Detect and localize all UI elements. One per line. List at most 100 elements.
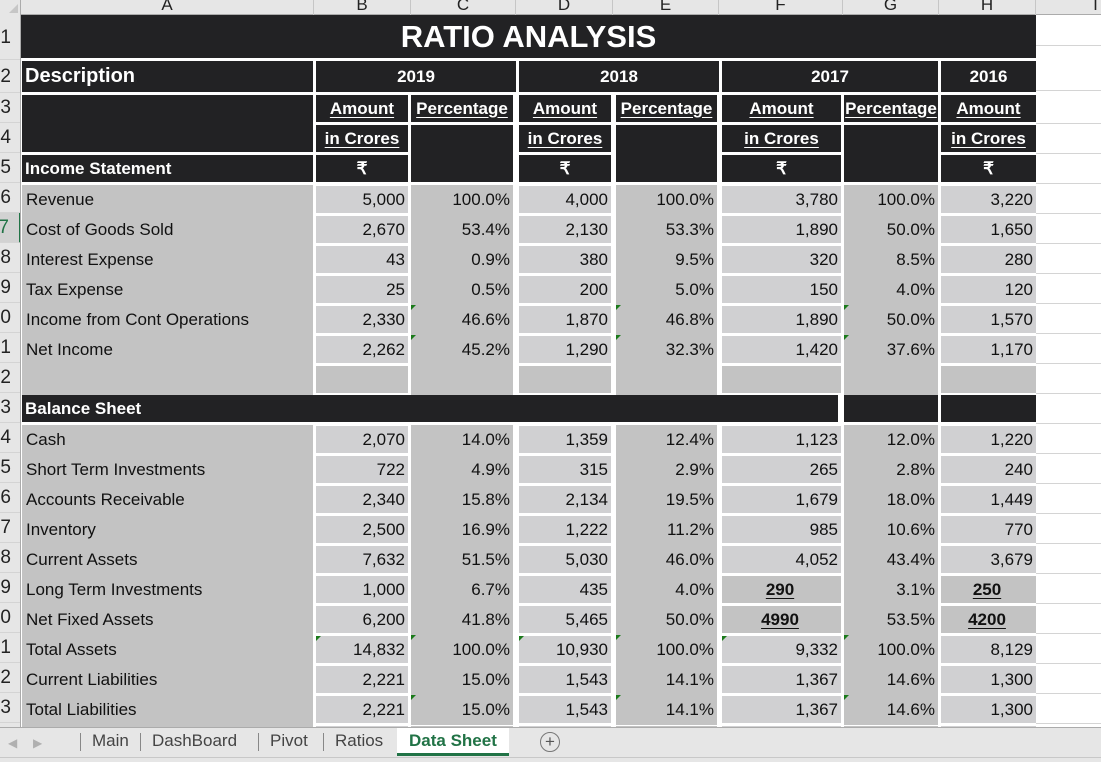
amount-cell[interactable]: 770 <box>941 516 1036 543</box>
amount-cell[interactable]: 315 <box>519 456 611 483</box>
amount-cell[interactable]: 2,221 <box>316 666 408 693</box>
percentage-cell[interactable]: 100.0% <box>616 635 717 665</box>
row-header[interactable]: 8 <box>0 243 20 273</box>
column-header-h[interactable]: H <box>939 0 1036 15</box>
amount-cell[interactable]: 1,359 <box>519 426 611 453</box>
amount-cell[interactable]: 5,465 <box>519 606 611 633</box>
amount-cell[interactable]: 2,500 <box>316 516 408 543</box>
row-header[interactable]: 1 <box>0 633 20 663</box>
percentage-cell[interactable]: 100.0% <box>616 185 717 215</box>
amount-cell[interactable]: 1,570 <box>941 306 1036 333</box>
tab-main[interactable]: Main <box>80 728 141 754</box>
amount-cell[interactable]: 4,000 <box>519 186 611 213</box>
column-header-f[interactable]: F <box>719 0 843 15</box>
row-header[interactable]: 1 <box>0 333 20 363</box>
row-header[interactable]: 0 <box>0 303 20 333</box>
blank-cell[interactable] <box>941 366 1036 393</box>
amount-cell[interactable]: 5,030 <box>519 546 611 573</box>
percentage-cell[interactable]: 46.0% <box>616 545 717 575</box>
percentage-cell[interactable]: 0.9% <box>411 245 513 275</box>
error-indicator-icon[interactable] <box>316 636 321 641</box>
row-label[interactable]: Cost of Goods Sold <box>22 215 313 245</box>
amount-cell[interactable]: 1,543 <box>519 666 611 693</box>
blank-cell[interactable] <box>844 365 938 395</box>
amount-cell[interactable]: 5,000 <box>316 186 408 213</box>
row-label[interactable]: Inventory <box>22 515 313 545</box>
tab-dashboard[interactable]: DashBoard <box>140 728 249 754</box>
amount-cell[interactable]: 2,670 <box>316 216 408 243</box>
error-indicator-icon[interactable] <box>844 335 849 340</box>
row-label[interactable]: Long Term Investments <box>22 575 313 605</box>
amount-cell[interactable]: 3,679 <box>941 546 1036 573</box>
row-header[interactable]: 9 <box>0 573 20 603</box>
blank-cell[interactable] <box>519 366 611 393</box>
row-header[interactable]: 1 <box>0 15 20 60</box>
amount-cell[interactable]: 290 <box>722 576 841 603</box>
error-indicator-icon[interactable] <box>616 305 621 310</box>
percentage-cell[interactable]: 11.2% <box>616 515 717 545</box>
row-header[interactable]: 6 <box>0 483 20 513</box>
amount-cell[interactable]: 240 <box>941 456 1036 483</box>
amount-cell[interactable]: 1,870 <box>519 306 611 333</box>
percentage-cell[interactable]: 50.0% <box>844 215 938 245</box>
error-indicator-icon[interactable] <box>844 695 849 700</box>
row-header[interactable]: 6 <box>0 183 20 213</box>
column-header-g[interactable]: G <box>843 0 939 15</box>
amount-cell[interactable]: 1,222 <box>519 516 611 543</box>
amount-cell[interactable]: 1,679 <box>722 486 841 513</box>
amount-cell[interactable]: 1,367 <box>722 696 841 723</box>
percentage-cell[interactable]: 14.6% <box>844 695 938 725</box>
row-header[interactable]: 2 <box>0 663 20 693</box>
percentage-cell[interactable]: 53.3% <box>616 215 717 245</box>
amount-cell[interactable]: 8,129 <box>941 636 1036 663</box>
percentage-cell[interactable]: 100.0% <box>844 635 938 665</box>
row-header[interactable]: 7 <box>0 213 20 243</box>
row-header[interactable]: 9 <box>0 273 20 303</box>
percentage-cell[interactable]: 18.0% <box>844 485 938 515</box>
percentage-cell[interactable]: 8.5% <box>844 245 938 275</box>
row-label[interactable]: Current Liabilities <box>22 665 313 695</box>
amount-cell[interactable]: 43 <box>316 246 408 273</box>
amount-cell[interactable]: 2,070 <box>316 426 408 453</box>
amount-cell[interactable]: 1,420 <box>722 336 841 363</box>
amount-cell[interactable]: 2,340 <box>316 486 408 513</box>
row-label[interactable]: Net Income <box>22 335 313 365</box>
amount-cell[interactable]: 1,543 <box>519 696 611 723</box>
percentage-cell[interactable]: 43.4% <box>844 545 938 575</box>
error-indicator-icon[interactable] <box>411 305 416 310</box>
percentage-cell[interactable]: 45.2% <box>411 335 513 365</box>
column-header-b[interactable]: B <box>314 0 411 15</box>
percentage-cell[interactable]: 50.0% <box>844 305 938 335</box>
amount-cell[interactable]: 1,300 <box>941 696 1036 723</box>
percentage-cell[interactable]: 41.8% <box>411 605 513 635</box>
percentage-cell[interactable]: 53.4% <box>411 215 513 245</box>
row-header[interactable]: 4 <box>0 123 20 153</box>
column-header-e[interactable]: E <box>613 0 719 15</box>
blank-cell[interactable] <box>722 366 841 393</box>
percentage-cell[interactable]: 14.1% <box>616 665 717 695</box>
percentage-cell[interactable]: 46.6% <box>411 305 513 335</box>
percentage-cell[interactable]: 14.0% <box>411 425 513 455</box>
amount-cell[interactable]: 2,130 <box>519 216 611 243</box>
row-label[interactable]: Cash <box>22 425 313 455</box>
blank-cell[interactable] <box>411 365 513 395</box>
amount-cell[interactable]: 1,123 <box>722 426 841 453</box>
percentage-cell[interactable]: 32.3% <box>616 335 717 365</box>
percentage-cell[interactable]: 2.8% <box>844 455 938 485</box>
add-sheet-icon[interactable]: + <box>540 732 560 752</box>
amount-cell[interactable]: 722 <box>316 456 408 483</box>
percentage-cell[interactable]: 4.9% <box>411 455 513 485</box>
tab-ratios[interactable]: Ratios <box>323 728 395 754</box>
percentage-cell[interactable]: 37.6% <box>844 335 938 365</box>
row-label[interactable]: Tax Expense <box>22 275 313 305</box>
percentage-cell[interactable]: 16.9% <box>411 515 513 545</box>
amount-cell[interactable]: 4,052 <box>722 546 841 573</box>
percentage-cell[interactable]: 19.5% <box>616 485 717 515</box>
row-header[interactable]: 2 <box>0 363 20 393</box>
row-label[interactable]: Short Term Investments <box>22 455 313 485</box>
amount-cell[interactable]: 985 <box>722 516 841 543</box>
amount-cell[interactable]: 1,890 <box>722 306 841 333</box>
select-all-button[interactable] <box>0 0 21 15</box>
percentage-cell[interactable]: 51.5% <box>411 545 513 575</box>
percentage-cell[interactable]: 2.9% <box>616 455 717 485</box>
